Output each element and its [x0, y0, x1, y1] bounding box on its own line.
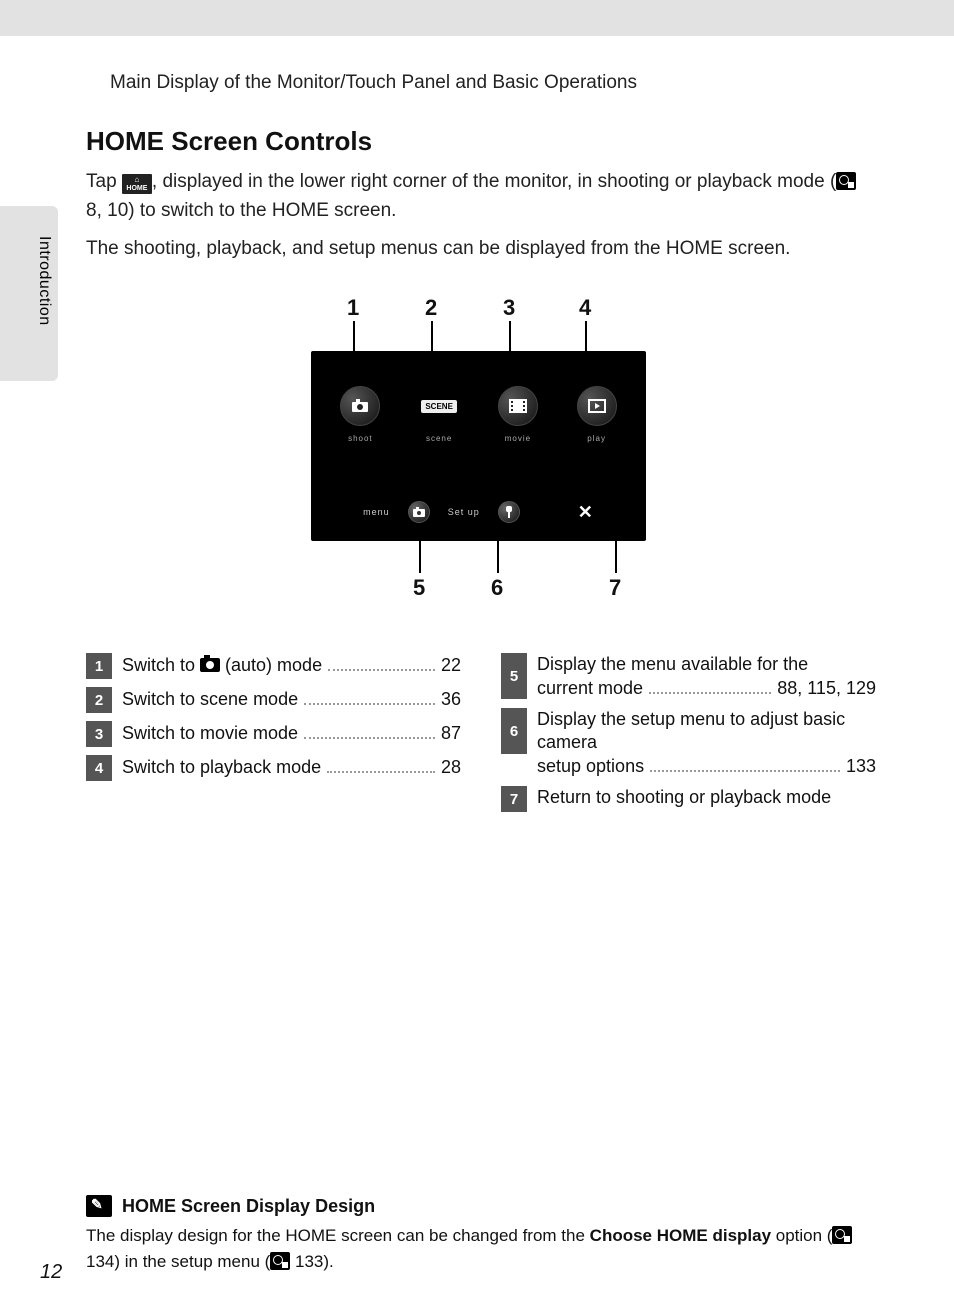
label: play	[569, 434, 625, 443]
play-button[interactable]: play	[569, 386, 625, 443]
legend-row: 3Switch to movie mode87	[86, 721, 461, 747]
legend-number: 7	[501, 786, 527, 812]
legend-text: Switch to playback mode28	[112, 755, 461, 779]
setup-label: Set up	[448, 507, 480, 517]
intro-paragraph-1: Tap HOME, displayed in the lower right c…	[86, 167, 876, 226]
label: movie	[490, 434, 546, 443]
close-button[interactable]: ✕	[578, 502, 594, 523]
legend-text: Switch to movie mode87	[112, 721, 461, 745]
label: shoot	[332, 434, 388, 443]
callout-3: 3	[503, 295, 515, 321]
legend-number: 4	[86, 755, 112, 781]
text: option (	[771, 1226, 832, 1245]
text: The display design for the HOME screen c…	[86, 1226, 590, 1245]
callout-line	[419, 528, 421, 573]
callout-6: 6	[491, 575, 503, 601]
home-screen-diagram: 1 2 3 4 shoot SCENE scene	[171, 303, 791, 593]
legend-row: 2Switch to scene mode36	[86, 687, 461, 713]
callout-4: 4	[579, 295, 591, 321]
legend-row: 7Return to shooting or playback mode	[501, 786, 876, 812]
sidebar-label: Introduction	[35, 236, 53, 326]
callout-7: 7	[609, 575, 621, 601]
scene-button[interactable]: SCENE scene	[411, 386, 467, 443]
callout-5: 5	[413, 575, 425, 601]
text: 134) in the setup menu (	[86, 1252, 270, 1271]
legend-row: 5Display the menu available for the curr…	[501, 653, 876, 700]
menu-label: menu	[363, 507, 390, 517]
movie-icon	[498, 386, 538, 426]
legend-text: Switch to (auto) mode22	[112, 653, 461, 677]
legend-text: Display the setup menu to adjust basic c…	[527, 708, 876, 778]
movie-button[interactable]: movie	[490, 386, 546, 443]
scene-icon: SCENE	[419, 386, 459, 426]
legend-number: 1	[86, 653, 112, 679]
note-section: HOME Screen Display Design The display d…	[86, 1195, 876, 1274]
icon-row-top: shoot SCENE scene movie play	[311, 386, 646, 443]
legend-number: 6	[501, 708, 527, 754]
chapter-header: Main Display of the Monitor/Touch Panel …	[110, 72, 637, 94]
callout-line	[497, 528, 499, 573]
legend-row: 6Display the setup menu to adjust basic …	[501, 708, 876, 778]
text: 8, 10) to switch to the HOME screen.	[86, 200, 396, 221]
note-header: HOME Screen Display Design	[86, 1195, 876, 1217]
camera-icon	[200, 658, 220, 672]
legend-text: Display the menu available for the curre…	[527, 653, 876, 700]
legend-text: Return to shooting or playback mode	[527, 786, 876, 809]
legend-left: 1Switch to (auto) mode222Switch to scene…	[86, 653, 461, 820]
reference-icon	[836, 172, 856, 190]
callout-2: 2	[425, 295, 437, 321]
legend-text: Switch to scene mode36	[112, 687, 461, 711]
setup-button[interactable]	[498, 501, 520, 523]
page-number: 12	[40, 1261, 62, 1284]
section-title: HOME Screen Controls	[86, 126, 876, 157]
manual-page: Main Display of the Monitor/Touch Panel …	[0, 36, 954, 1314]
camera-screen: shoot SCENE scene movie play	[311, 351, 646, 541]
play-icon	[577, 386, 617, 426]
legend-row: 4Switch to playback mode28	[86, 755, 461, 781]
home-icon: HOME	[122, 174, 152, 194]
icon-row-bottom: menu Set up ✕	[311, 501, 646, 523]
note-icon	[86, 1195, 112, 1217]
legend-number: 5	[501, 653, 527, 699]
content-area: HOME Screen Controls Tap HOME, displayed…	[86, 126, 876, 820]
text: 133).	[290, 1252, 333, 1271]
callout-1: 1	[347, 295, 359, 321]
legend-number: 3	[86, 721, 112, 747]
text: Tap	[86, 171, 122, 192]
text: , displayed in the lower right corner of…	[152, 171, 836, 192]
legend-right: 5Display the menu available for the curr…	[501, 653, 876, 820]
legend-row: 1Switch to (auto) mode22	[86, 653, 461, 679]
reference-icon	[832, 1226, 852, 1244]
label: scene	[411, 434, 467, 443]
note-body: The display design for the HOME screen c…	[86, 1223, 876, 1274]
legend-number: 2	[86, 687, 112, 713]
text-bold: Choose HOME display	[590, 1226, 771, 1245]
reference-icon	[270, 1252, 290, 1270]
note-title: HOME Screen Display Design	[122, 1196, 375, 1217]
callout-line	[615, 528, 617, 573]
menu-button[interactable]	[408, 501, 430, 523]
legend: 1Switch to (auto) mode222Switch to scene…	[86, 653, 876, 820]
shoot-button[interactable]: shoot	[332, 386, 388, 443]
camera-icon	[340, 386, 380, 426]
intro-paragraph-2: The shooting, playback, and setup menus …	[86, 234, 876, 263]
